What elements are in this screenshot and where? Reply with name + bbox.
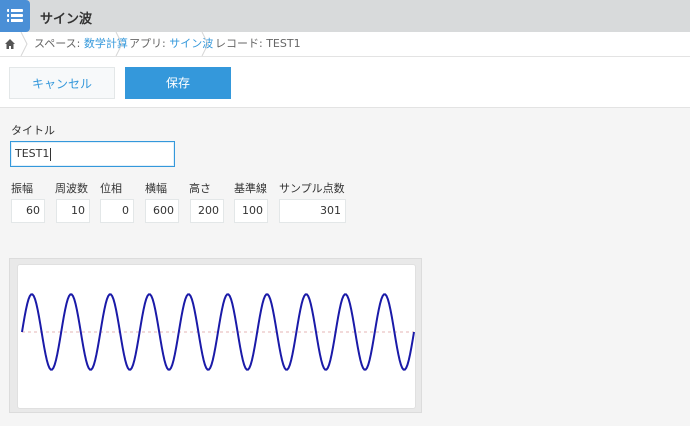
app-title: サイン波 (40, 12, 93, 27)
text-caret (50, 147, 52, 161)
breadcrumb-space[interactable]: スペース: 数学計算 (34, 32, 128, 56)
chart-panel (9, 258, 422, 413)
field-label-height: 高さ (189, 182, 211, 195)
baseline-input[interactable]: 100 (234, 199, 268, 223)
title-input[interactable]: TEST1 (10, 141, 175, 167)
record-form: タイトル TEST1 振幅 60 周波数 10 位相 0 横幅 600 高さ 2… (0, 109, 690, 426)
field-label-amplitude: 振幅 (11, 182, 33, 195)
breadcrumb-separator-icon (20, 32, 28, 56)
breadcrumb-separator-icon (201, 32, 209, 56)
frequency-input[interactable]: 10 (56, 199, 90, 223)
field-label-frequency: 周波数 (55, 182, 88, 195)
sine-wave-chart (21, 293, 415, 371)
field-label-baseline: 基準線 (234, 182, 267, 195)
field-label-width: 横幅 (145, 182, 167, 195)
sine-wave-line (21, 293, 415, 371)
field-label-phase: 位相 (100, 182, 122, 195)
app-header: サイン波 (0, 0, 690, 32)
width-input[interactable]: 600 (145, 199, 179, 223)
phase-input[interactable]: 0 (100, 199, 134, 223)
edit-toolbar: キャンセル 保存 (0, 57, 690, 108)
amplitude-input[interactable]: 60 (11, 199, 45, 223)
save-button[interactable]: 保存 (125, 67, 231, 99)
breadcrumb: スペース: 数学計算 アプリ: サイン波 レコード: TEST1 (0, 32, 690, 57)
cancel-button[interactable]: キャンセル (9, 67, 115, 99)
breadcrumb-separator-icon (115, 32, 123, 56)
samples-input[interactable]: 301 (279, 199, 346, 223)
home-icon[interactable] (4, 38, 16, 50)
field-label-samples: サンプル点数 (279, 182, 345, 195)
height-input[interactable]: 200 (190, 199, 224, 223)
app-list-icon[interactable] (0, 0, 30, 32)
chart-area (17, 264, 416, 409)
breadcrumb-record: レコード: TEST1 (215, 37, 301, 50)
title-label: タイトル (11, 124, 55, 137)
